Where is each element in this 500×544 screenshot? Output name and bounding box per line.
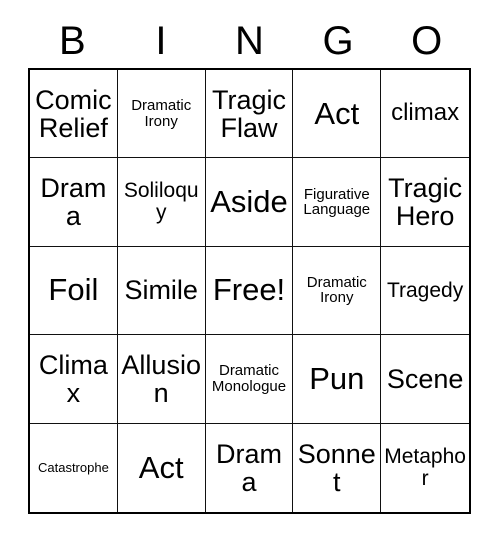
bingo-cell-r5-c3[interactable]: Drama [205,423,294,512]
bingo-cell-label: Free! [212,272,286,308]
bingo-cell-r4-c3[interactable]: Dramatic Monologue [205,335,294,424]
bingo-cell-r2-c4[interactable]: Figurative Language [293,158,382,247]
bingo-cell-r3-c2[interactable]: Simile [117,246,206,336]
bingo-cell-label: Act [138,449,184,485]
bingo-cell-label: Figurative Language [303,185,371,219]
bingo-cell-label: Tragic Flaw [211,84,286,143]
bingo-cell-label: Dramatic Monologue [211,362,287,395]
bingo-cell-label: Tragedy [386,278,464,302]
bingo-cell-r4-c4[interactable]: Pun [293,335,382,424]
bingo-cell-r2-c5[interactable]: Tragic Hero [381,158,469,247]
bingo-cell-label: Catastrophe [37,460,109,476]
bingo-cell-label: Pun [309,360,365,396]
bingo-cell-r2-c1[interactable]: Drama [30,158,118,247]
bingo-cell-label: Dramatic Irony [306,273,367,307]
bingo-cell-r5-c2[interactable]: Act [117,423,206,512]
bingo-cell-label: Aside [210,183,288,219]
bingo-cell-label: Act [314,95,360,131]
bingo-header-letter-n: N [235,19,264,63]
bingo-header-letter-b: B [58,19,86,63]
bingo-cell-label: Foil [48,272,99,308]
bingo-cell-r5-c1[interactable]: Catastrophe [30,423,118,512]
bingo-cell-label: Scene [386,363,464,394]
bingo-cell-label: Sonnet [297,438,376,497]
bingo-cell-r3-c4[interactable]: Dramatic Irony [293,246,382,336]
bingo-cell-r4-c5[interactable]: Scene [381,335,469,424]
bingo-cell-r3-c5[interactable]: Tragedy [381,246,469,336]
bingo-cell-label: Drama [215,438,282,497]
bingo-cell-label: Allusion [121,349,201,408]
bingo-cell-r2-c3[interactable]: Aside [205,158,294,247]
bingo-cell-r1-c3[interactable]: Tragic Flaw [205,70,294,159]
bingo-grid: Comic Relief Dramatic Irony Tragic Flaw Act… [28,68,471,514]
bingo-header-row: BINGO [28,14,471,68]
bingo-cell-label: Metaphor [384,444,466,490]
bingo-cell-label: Simile [124,275,198,306]
bingo-cell-r2-c2[interactable]: Soliloquy [117,158,206,247]
bingo-free-space[interactable]: Free! [205,246,294,336]
bingo-cell-r5-c4[interactable]: Sonnet [293,423,382,512]
bingo-cell-label: climax [391,99,460,127]
bingo-cell-label: Tragic Hero [388,173,463,232]
bingo-header-letter-i: I [155,19,167,63]
bingo-cell-r1-c2[interactable]: Dramatic Irony [117,70,206,159]
bingo-cell-r3-c1[interactable]: Foil [30,246,118,336]
bingo-cell-label: Comic Relief [35,84,112,143]
bingo-cell-r4-c2[interactable]: Allusion [117,335,206,424]
bingo-cell-label: Drama [40,173,107,232]
bingo-card: B I N G O Comic Relief Dramatic Irony Tragic F… [0,0,500,544]
bingo-cell-label: Climax [38,349,108,408]
bingo-cell-label: Dramatic Irony [131,97,192,130]
bingo-cell-label: Soliloquy [123,179,199,225]
bingo-header-letter-g: G [322,19,354,63]
bingo-cell-r1-c4[interactable]: Act [293,70,382,159]
bingo-cell-r4-c1[interactable]: Climax [30,335,118,424]
bingo-cell-r5-c5[interactable]: Metaphor [381,423,469,512]
bingo-header-letter-o: O [411,19,443,63]
bingo-cell-r1-c5[interactable]: climax [381,70,469,159]
bingo-cell-r1-c1[interactable]: Comic Relief [30,70,118,159]
